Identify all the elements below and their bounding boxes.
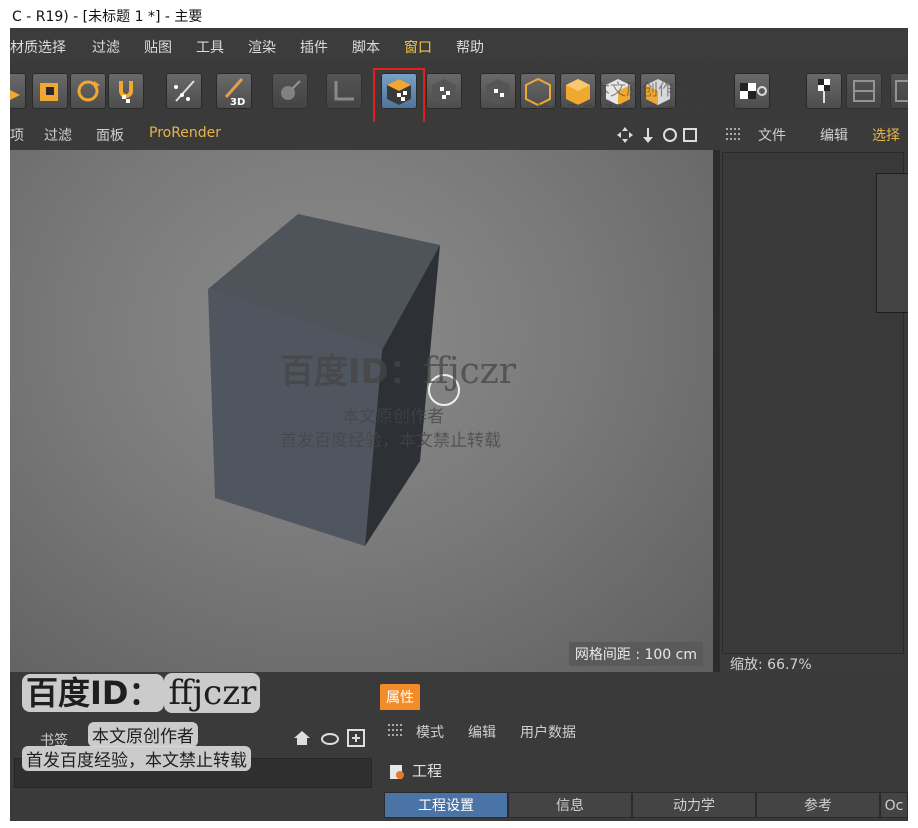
dots-brush-button[interactable]	[166, 73, 202, 109]
attributes-tab[interactable]: 属性	[380, 684, 420, 710]
menu-item-texture[interactable]: 贴图	[144, 37, 172, 57]
panel-content-area[interactable]	[722, 152, 908, 654]
tab-octane[interactable]: Oc	[880, 792, 908, 818]
attributes-panel: 属性 模式 编辑 用户数据 工程 工程设置 信息 动力学 参考 Oc	[380, 674, 908, 821]
extra-tool-button[interactable]	[890, 73, 908, 109]
tab-dynamics[interactable]: 动力学	[632, 792, 756, 818]
tab-info[interactable]: 信息	[508, 792, 632, 818]
pin-icon	[818, 79, 830, 103]
floor-icon	[334, 81, 354, 101]
cube-dropdown-button[interactable]	[10, 73, 26, 109]
viewport-menu-panel[interactable]: 面板	[96, 125, 124, 145]
viewport-menu-item[interactable]: 项	[10, 125, 24, 145]
svg-text:3D: 3D	[230, 97, 245, 108]
sculpt-icon	[281, 80, 301, 100]
watermark-center: 百度ID：ffjczr 本文原创作者 首发百度经验，本文禁止转载	[280, 351, 516, 451]
panel-preview-box	[876, 173, 908, 313]
panel-icon	[895, 80, 908, 102]
panel-menu-select[interactable]: 选择	[872, 125, 900, 145]
rotate-tool-button[interactable]	[70, 73, 106, 109]
menu-item-window[interactable]: 窗口	[404, 37, 432, 57]
window-title: C - R19) - [未标题 1 *] - 主要	[10, 8, 908, 28]
panel-menu-file[interactable]: 文件	[758, 125, 786, 145]
rotate-icon	[77, 80, 100, 102]
sculpt-button[interactable]	[272, 73, 308, 109]
home-icon[interactable]	[294, 731, 310, 745]
project-row: 工程	[388, 760, 442, 781]
panel-grip-icon[interactable]	[726, 128, 742, 142]
project-label: 工程	[412, 762, 443, 780]
model-mode-icon	[486, 79, 510, 105]
panel-menu-edit[interactable]: 编辑	[820, 125, 848, 145]
paint-brush-3d-icon: 3D	[224, 78, 245, 108]
attributes-menu-edit[interactable]: 编辑	[468, 722, 496, 742]
menu-item-render[interactable]: 渲染	[248, 37, 276, 57]
viewport-nav-icons[interactable]	[616, 126, 716, 144]
menu-item-plugins[interactable]: 插件	[300, 37, 328, 57]
main-toolbar: 3D	[10, 64, 908, 120]
object-manager-panel: 文件 编辑 选择 缩放: 66.7%	[720, 122, 908, 673]
magnet-button[interactable]	[108, 73, 144, 109]
dots-brush-icon	[174, 80, 195, 102]
viewport-divider[interactable]	[713, 150, 720, 672]
cube-scale-icon	[40, 83, 58, 101]
main-menubar: 材质选择 过滤 贴图 工具 渲染 插件 脚本 窗口 帮助	[10, 30, 908, 62]
layout-icon	[853, 80, 875, 102]
menu-item-material-select[interactable]: 材质选择	[10, 37, 66, 57]
model-mode-button[interactable]	[480, 73, 516, 109]
paint-3d-button[interactable]: 3D	[216, 73, 252, 109]
texture-alt-icon	[432, 79, 456, 105]
view-icon[interactable]	[321, 733, 339, 745]
menu-item-script[interactable]: 脚本	[352, 37, 380, 57]
project-gear-icon	[388, 763, 406, 781]
maximize-view-icon[interactable]	[683, 128, 697, 142]
viewport-menu-prorender[interactable]: ProRender	[149, 125, 221, 141]
attributes-menu-userdata[interactable]: 用户数据	[520, 722, 576, 742]
viewport-menubar: 项 过滤 面板 ProRender	[10, 122, 720, 148]
texture-alt-button[interactable]	[426, 73, 462, 109]
attributes-grip-icon[interactable]	[388, 724, 404, 738]
menu-item-help[interactable]: 帮助	[456, 37, 484, 57]
menu-item-filter[interactable]: 过滤	[92, 37, 120, 57]
highlight-box	[373, 68, 425, 130]
grid-spacing-label: 网格间距 : 100 cm	[568, 642, 703, 666]
zoom-label: 缩放: 66.7%	[730, 657, 812, 673]
bookmarks-tools[interactable]	[292, 726, 376, 750]
scale-tool-button[interactable]	[32, 73, 68, 109]
attributes-menu-mode[interactable]: 模式	[416, 722, 444, 742]
floor-button[interactable]	[326, 73, 362, 109]
rotate-view-icon[interactable]	[663, 128, 677, 142]
viewport-menu-filter[interactable]: 过滤	[44, 125, 72, 145]
attributes-menubar: 模式 编辑 用户数据	[380, 716, 908, 744]
menu-item-tools[interactable]: 工具	[196, 37, 224, 57]
zoom-view-icon[interactable]	[643, 128, 653, 143]
tab-project-settings[interactable]: 工程设置	[384, 792, 508, 818]
layout-button[interactable]	[846, 73, 882, 109]
watermark-top: 百度ID：ffjczr 本文原创作者 首发百度经验，本文禁止转载	[534, 29, 770, 121]
cube-dropdown-icon	[10, 90, 20, 100]
watermark-bottom: 百度ID： ffjczr 本文原创作者 首发百度经验，本文禁止转载	[22, 668, 261, 771]
move-view-icon[interactable]	[617, 127, 633, 143]
pin-button[interactable]	[806, 73, 842, 109]
attributes-tabs: 工程设置 信息 动力学 参考 Oc	[384, 792, 908, 820]
app-window: C - R19) - [未标题 1 *] - 主要 材质选择 过滤 贴图 工具 …	[10, 8, 908, 821]
tab-reference[interactable]: 参考	[756, 792, 880, 818]
magnet-checker-icon	[119, 81, 133, 103]
